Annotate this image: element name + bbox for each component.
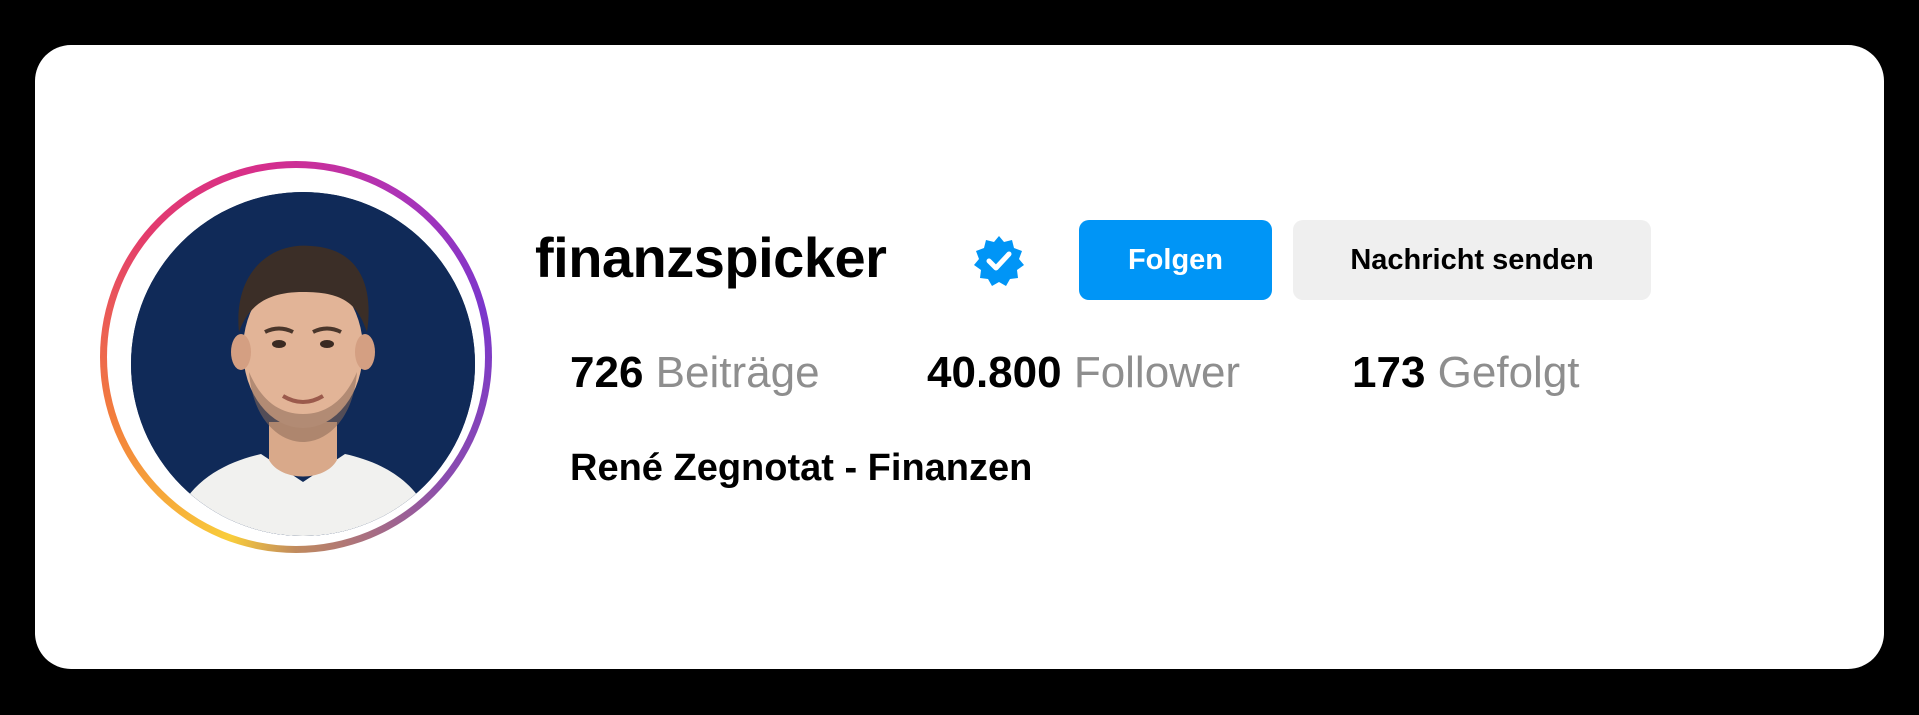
following-count: 173 (1352, 348, 1426, 397)
stat-following[interactable]: 173 Gefolgt (1352, 348, 1580, 398)
stat-posts: 726 Beiträge (570, 348, 820, 398)
avatar[interactable] (131, 192, 475, 536)
profile-username: finanzspicker (535, 226, 887, 289)
stat-followers[interactable]: 40.800 Follower (927, 348, 1240, 398)
followers-label: Follower (1073, 348, 1241, 397)
avatar-ring-gap (107, 168, 485, 546)
follow-button[interactable]: Folgen (1079, 220, 1272, 300)
profile-photo (131, 192, 475, 536)
profile-full-name: René Zegnotat - Finanzen (570, 447, 1033, 489)
story-ring[interactable] (100, 161, 492, 553)
following-label: Gefolgt (1437, 348, 1580, 397)
posts-count: 726 (570, 348, 644, 397)
send-message-button[interactable]: Nachricht senden (1293, 220, 1651, 300)
verified-badge-icon (974, 236, 1024, 286)
posts-label: Beiträge (655, 348, 820, 397)
followers-count: 40.800 (927, 348, 1062, 397)
